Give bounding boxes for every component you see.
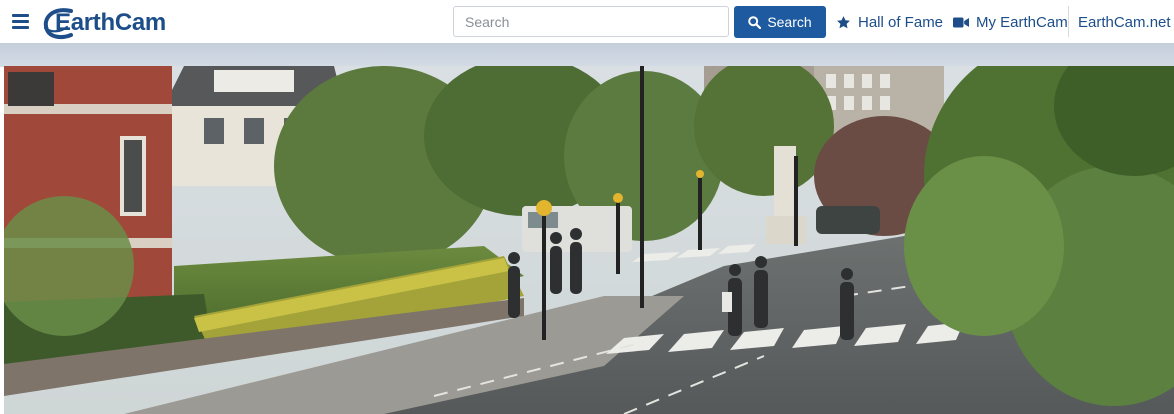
star-icon: [837, 15, 850, 28]
earthcam-logo[interactable]: EarthCam: [41, 6, 211, 40]
search-button-label: Search: [767, 14, 812, 30]
street-scene-image: [4, 66, 1174, 414]
search-icon: [748, 15, 762, 29]
nav-earthcam-net[interactable]: EarthCam.net: [1078, 12, 1171, 32]
nav-divider: [1068, 6, 1069, 37]
live-camera-feed[interactable]: [4, 66, 1174, 414]
video-camera-icon: [953, 17, 969, 27]
nav-earthcam-net-label: EarthCam.net: [1078, 13, 1171, 31]
top-navigation-bar: EarthCam Search Hall of Fame My EarthCam: [0, 0, 1174, 43]
nav-hall-of-fame-label: Hall of Fame: [858, 13, 944, 31]
nav-my-earthcam-label: My EarthCam: [976, 13, 1068, 31]
nav-hall-of-fame[interactable]: Hall of Fame: [836, 12, 943, 32]
search-input[interactable]: [453, 6, 729, 37]
hamburger-menu-icon[interactable]: [10, 11, 30, 31]
nav-my-earthcam[interactable]: My EarthCam: [953, 12, 1068, 32]
feed-top-band: [0, 43, 1174, 67]
search-button[interactable]: Search: [734, 6, 826, 38]
earthcam-page: EarthCam Search Hall of Fame My EarthCam: [0, 0, 1174, 414]
brand-wordmark: EarthCam: [55, 9, 166, 36]
